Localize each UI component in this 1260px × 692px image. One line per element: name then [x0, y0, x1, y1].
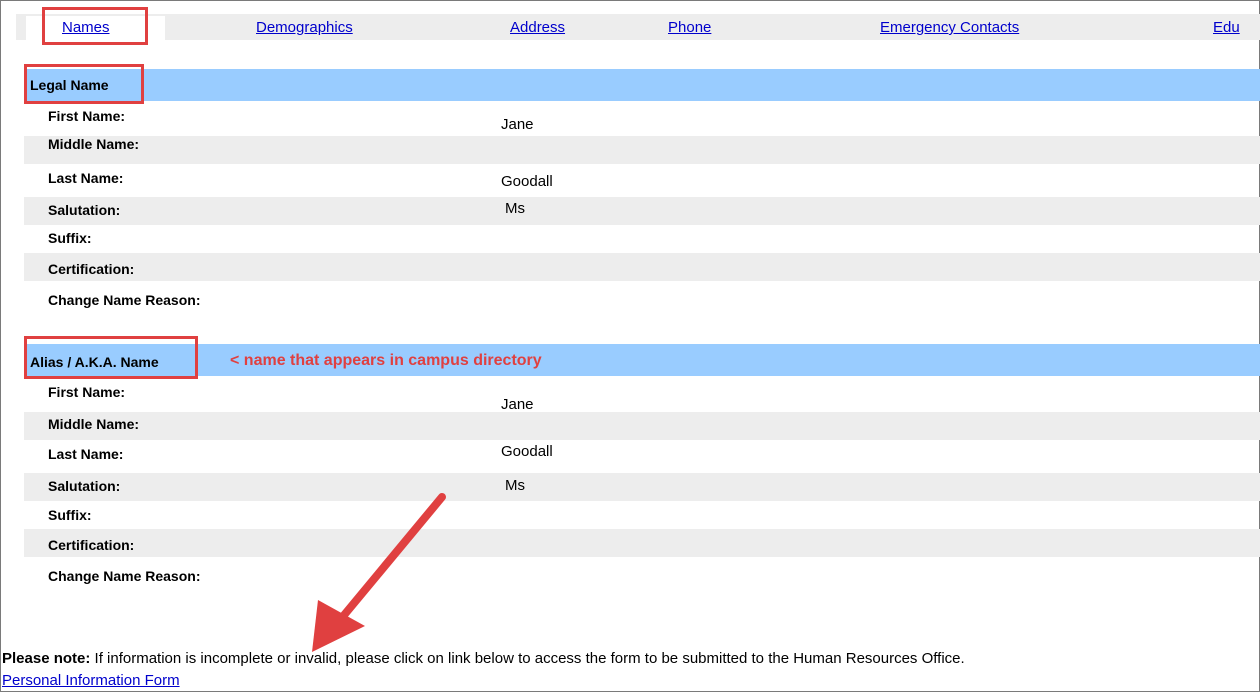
please-note-label: Please note:: [2, 650, 91, 667]
please-note-body: If information is incomplete or invalid,…: [90, 650, 965, 667]
please-note-text: Please note: If information is incomplet…: [2, 650, 965, 667]
personal-information-form-link[interactable]: Personal Information Form: [2, 672, 180, 689]
red-arrow-icon: [312, 493, 446, 652]
